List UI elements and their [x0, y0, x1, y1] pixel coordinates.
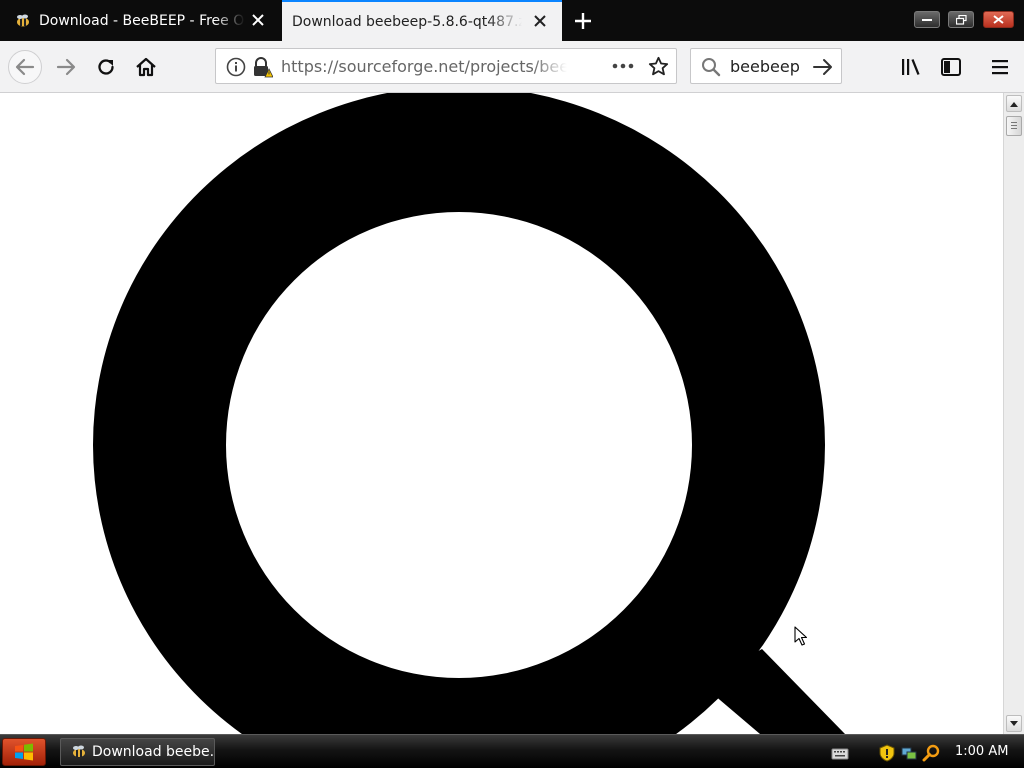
scroll-up-button[interactable]: [1006, 95, 1022, 112]
grip-icon: [1011, 122, 1017, 129]
close-tab-icon[interactable]: [532, 13, 548, 29]
tab-title: Download beebeep-5.8.6-qt487.zip (BeeBEE…: [292, 13, 522, 30]
taskbar-item-label: Download beebe...: [92, 744, 215, 760]
close-icon: [993, 15, 1004, 24]
bee-app-icon: [70, 744, 88, 760]
taskbar: Download beebe... 1:00 AM: [0, 734, 1024, 768]
tab-title: Download - BeeBEEP - Free Office Messeng…: [39, 13, 245, 29]
taskbar-firefox-window[interactable]: Download beebe...: [60, 738, 215, 766]
mouse-cursor-icon: [794, 626, 808, 646]
large-q-glyph: [93, 93, 845, 734]
scroll-down-button[interactable]: [1006, 715, 1022, 732]
library-button[interactable]: [895, 51, 927, 83]
home-icon: [136, 57, 156, 77]
library-icon: [902, 59, 920, 75]
back-arrow-icon: [15, 58, 35, 76]
triangle-up-icon: [1010, 101, 1018, 107]
scrollbar-thumb[interactable]: [1006, 116, 1022, 136]
menu-button[interactable]: [984, 51, 1016, 83]
sidebar-toggle-button[interactable]: [935, 51, 967, 83]
home-button[interactable]: [130, 51, 162, 83]
reload-button[interactable]: [90, 51, 122, 83]
navigation-toolbar: https://sourceforge.net/projects/beebeep…: [0, 41, 1024, 93]
page-content: Q: [0, 93, 1003, 734]
vertical-scrollbar[interactable]: [1003, 93, 1024, 734]
sidebar-icon: [941, 58, 961, 76]
restore-button[interactable]: [948, 11, 974, 28]
search-icon: [701, 57, 721, 81]
network-icon[interactable]: [900, 744, 918, 762]
keyboard-icon[interactable]: [831, 744, 849, 762]
minimize-icon: [922, 18, 932, 21]
url-text: https://sourceforge.net/projects/beebeep…: [281, 57, 567, 76]
close-window-button[interactable]: [983, 11, 1014, 28]
plus-icon: [575, 13, 591, 29]
triangle-down-icon: [1010, 720, 1018, 726]
bee-favicon-icon: [14, 12, 32, 30]
bookmark-star-icon[interactable]: [648, 56, 669, 81]
windows-logo-icon: [15, 743, 33, 761]
forward-arrow-icon: [56, 58, 76, 76]
back-button[interactable]: [8, 50, 42, 84]
close-tab-icon[interactable]: [250, 12, 266, 28]
search-bar[interactable]: beebeep: [690, 48, 842, 84]
url-bar[interactable]: https://sourceforge.net/projects/beebeep…: [215, 48, 677, 84]
start-button[interactable]: [2, 738, 46, 766]
minimize-button[interactable]: [914, 11, 940, 28]
security-shield-icon[interactable]: [878, 744, 896, 762]
reload-icon: [98, 59, 114, 75]
search-go-arrow-icon[interactable]: [812, 57, 834, 81]
system-clock[interactable]: 1:00 AM: [955, 744, 1008, 759]
search-input[interactable]: beebeep: [730, 57, 800, 76]
tab-beebeep-download[interactable]: Download - BeeBEEP - Free Office Messeng…: [0, 1, 280, 41]
info-icon[interactable]: [226, 57, 246, 81]
restore-icon: [955, 14, 967, 25]
tab-strip: Download - BeeBEEP - Free Office Messeng…: [0, 0, 1024, 41]
search-tray-icon[interactable]: [922, 744, 940, 762]
hamburger-menu-icon: [992, 60, 1008, 75]
page-actions-icon[interactable]: [612, 58, 634, 78]
insecure-lock-icon[interactable]: [251, 56, 274, 82]
new-tab-button[interactable]: [568, 6, 598, 36]
forward-button[interactable]: [50, 51, 82, 83]
tab-zip-download[interactable]: Download beebeep-5.8.6-qt487.zip (BeeBEE…: [282, 0, 562, 41]
